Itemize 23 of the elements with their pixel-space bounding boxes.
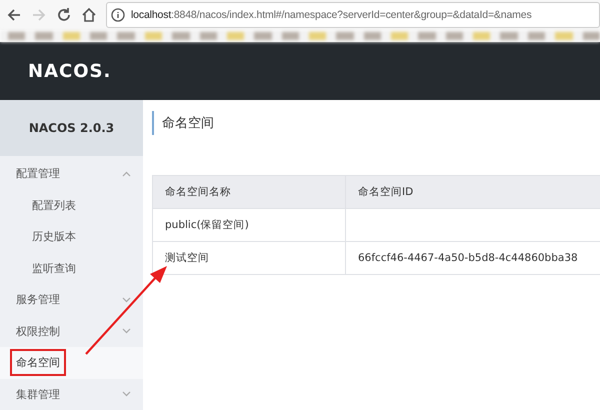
back-icon[interactable] (6, 7, 22, 23)
version-label: NACOS 2.0.3 (0, 100, 143, 156)
reload-icon[interactable] (56, 7, 72, 23)
sidebar-item[interactable]: 历史版本 (0, 221, 143, 252)
sidebar-item[interactable]: 权限控制 (0, 316, 143, 347)
chevron-icon (122, 296, 131, 303)
page-title: 命名空间 (152, 111, 600, 135)
info-icon (111, 8, 125, 22)
sidebar-item[interactable]: 命名空间 (0, 347, 143, 378)
sidebar-item[interactable]: 集群管理 (0, 378, 143, 410)
home-icon[interactable] (81, 7, 97, 23)
column-header: 命名空间名称 (152, 176, 346, 208)
chevron-icon (122, 328, 131, 334)
sidebar-item[interactable]: 配置管理 (0, 158, 143, 190)
chevron-icon (122, 170, 131, 177)
table-cell: public(保留空间) (152, 208, 346, 242)
chevron-icon (122, 391, 131, 398)
logo[interactable]: NACOS. (28, 60, 112, 82)
address-bar[interactable]: localhost:8848/nacos/index.html#/namespace?serverId=center&group=&dataId=&names (106, 2, 600, 28)
sidebar-item[interactable]: 配置列表 (0, 190, 143, 221)
sidebar-item[interactable]: 监听查询 (0, 252, 143, 284)
column-header: 命名空间ID (346, 176, 600, 208)
sidebar-item[interactable]: 服务管理 (0, 284, 143, 316)
